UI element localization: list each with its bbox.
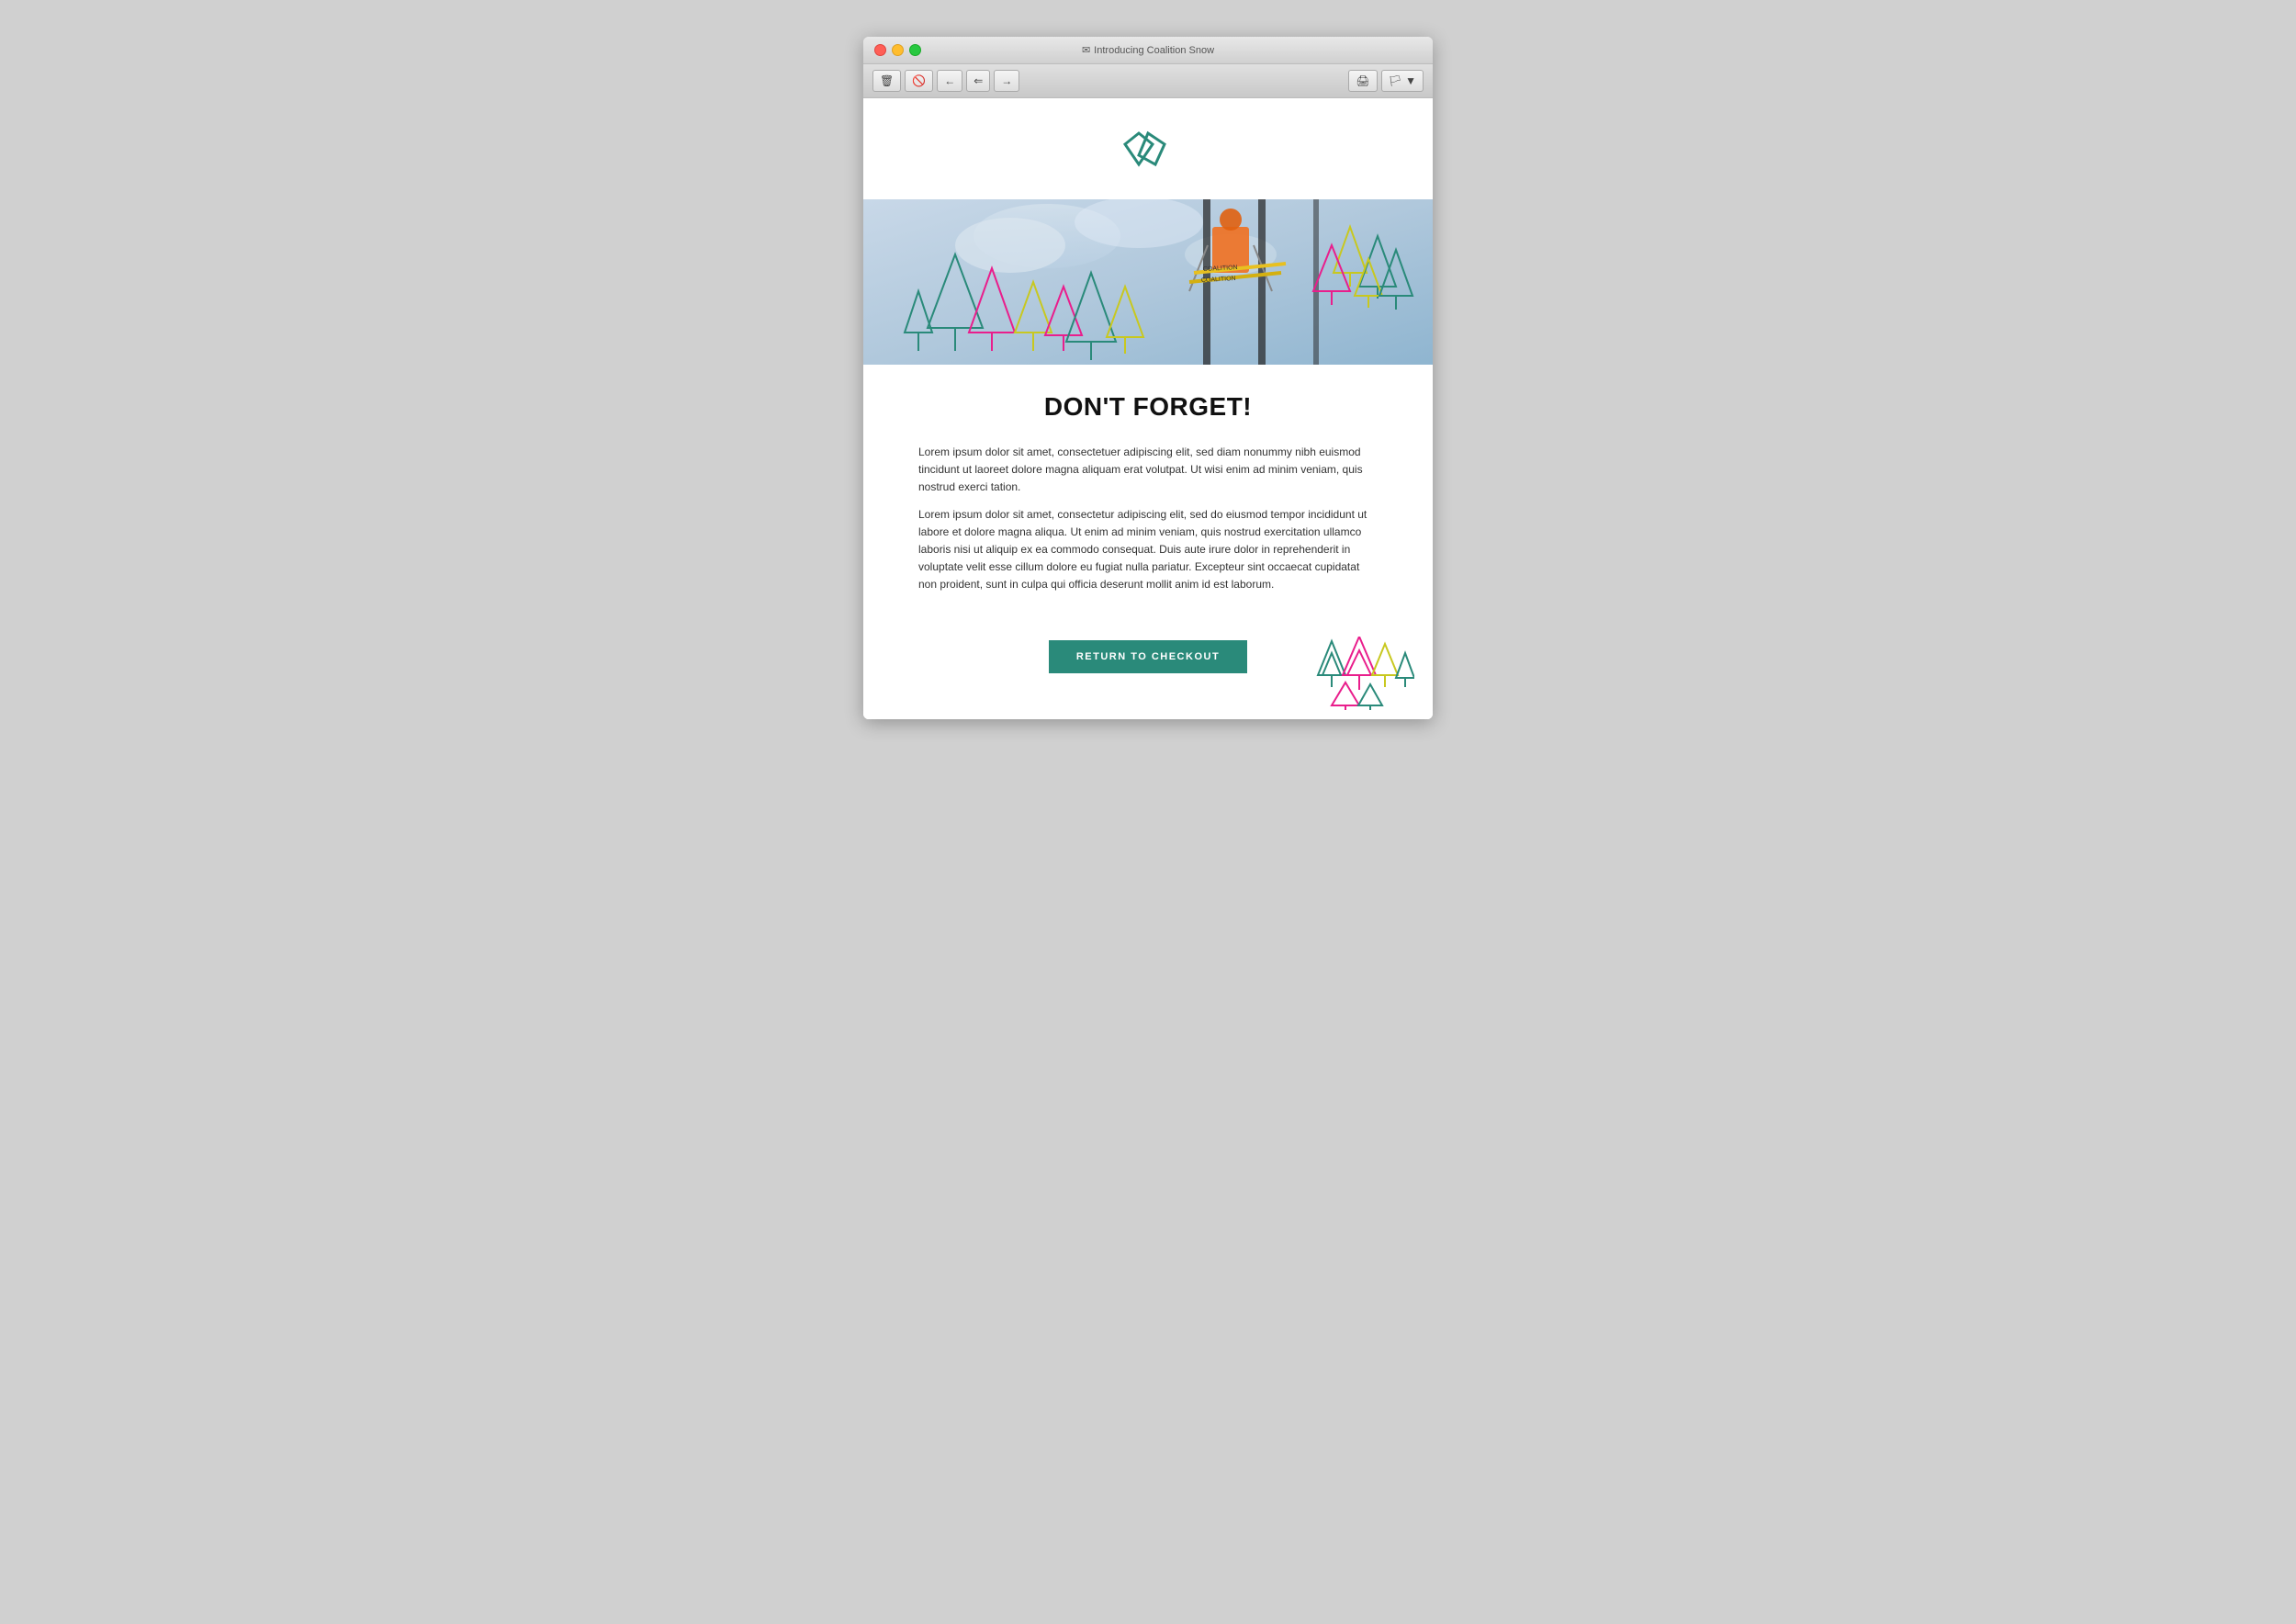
brand-logo (1120, 126, 1176, 181)
email-content: COALITION COALITION (863, 98, 1433, 719)
email-heading: DON'T FORGET! (918, 392, 1378, 422)
return-to-checkout-button[interactable]: RETURN TO CHECKOUT (1049, 640, 1247, 673)
browser-window: ✉ Introducing Coalition Snow 🗑 🚫 ← ⇐ → 🖨… (863, 37, 1433, 719)
delete-button[interactable]: 🗑 (872, 70, 901, 92)
maximize-button[interactable] (909, 44, 921, 56)
body-paragraph-2: Lorem ipsum dolor sit amet, consectetur … (918, 506, 1378, 594)
footer-trees-decoration (1313, 637, 1414, 710)
window-title: ✉ Introducing Coalition Snow (1082, 44, 1214, 56)
body-paragraph-1: Lorem ipsum dolor sit amet, consectetuer… (918, 444, 1378, 497)
print-button[interactable]: 🖨 (1348, 70, 1377, 92)
hero-image: COALITION COALITION (863, 199, 1433, 365)
minimize-button[interactable] (892, 44, 904, 56)
back-button[interactable]: ← (937, 70, 962, 92)
junk-button[interactable]: 🚫 (905, 70, 933, 92)
back-all-button[interactable]: ⇐ (966, 70, 990, 92)
toolbar-right: 🖨 🏳 ▼ (1348, 70, 1424, 92)
forward-button[interactable]: → (994, 70, 1019, 92)
email-header (863, 98, 1433, 199)
close-button[interactable] (874, 44, 886, 56)
toolbar: 🗑 🚫 ← ⇐ → 🖨 🏳 ▼ (863, 64, 1433, 98)
cta-section: RETURN TO CHECKOUT (863, 622, 1433, 701)
flag-button[interactable]: 🏳 ▼ (1381, 70, 1424, 92)
title-bar: ✉ Introducing Coalition Snow (863, 37, 1433, 64)
traffic-lights (874, 44, 921, 56)
email-body: DON'T FORGET! Lorem ipsum dolor sit amet… (863, 365, 1433, 622)
mail-icon: ✉ (1082, 44, 1090, 56)
